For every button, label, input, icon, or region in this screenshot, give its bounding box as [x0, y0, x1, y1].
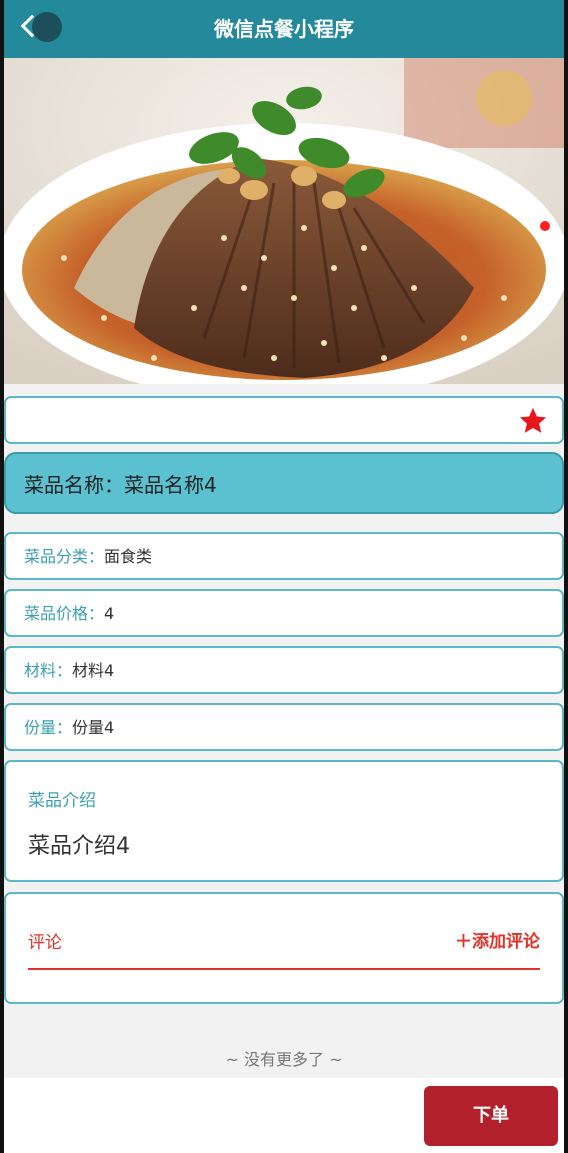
- portion-label: 份量：: [24, 718, 73, 737]
- add-comment-button[interactable]: ＋添加评论: [455, 927, 540, 952]
- comments-divider: [28, 968, 540, 970]
- price-value: 4: [104, 604, 115, 623]
- dish-intro-card: 菜品介绍 菜品介绍4: [4, 760, 564, 882]
- dish-name-value: 菜品名称4: [124, 473, 217, 497]
- dish-portion-row: 份量：份量4: [4, 703, 564, 751]
- dish-price: 菜品价格：4: [24, 591, 114, 637]
- dish-name-label: 菜品名称：: [24, 473, 124, 497]
- comments-label: 评论: [28, 933, 62, 953]
- category-label: 菜品分类：: [24, 547, 105, 566]
- comments-card: 评论 ＋添加评论: [4, 892, 564, 1004]
- dish-name-card: 菜品名称：菜品名称4: [4, 452, 564, 514]
- dish-category-row: 菜品分类：面食类: [4, 532, 564, 580]
- category-value: 面食类: [104, 547, 153, 566]
- top-nav-bar: 微信点餐小程序: [4, 0, 564, 58]
- dish-portion: 份量：份量4: [24, 705, 114, 751]
- portion-value: 份量4: [72, 718, 115, 737]
- order-button[interactable]: 下单: [424, 1086, 558, 1146]
- price-label: 菜品价格：: [24, 604, 105, 623]
- material-value: 材料4: [72, 661, 115, 680]
- dish-photo: [4, 58, 564, 384]
- dish-image: [4, 58, 564, 384]
- bottom-action-bar: 下单: [4, 1078, 564, 1153]
- page-title: 微信点餐小程序: [214, 17, 354, 41]
- dish-name: 菜品名称：菜品名称4: [24, 454, 217, 516]
- material-label: 材料：: [24, 661, 73, 680]
- carousel-indicator-dot[interactable]: [540, 221, 550, 231]
- dish-price-row: 菜品价格：4: [4, 589, 564, 637]
- dish-material-row: 材料：材料4: [4, 646, 564, 694]
- no-more-text: ~ 没有更多了 ~: [225, 1050, 343, 1069]
- favorite-card: [4, 396, 564, 444]
- app-frame: 微信点餐小程序 菜品名称：菜品名称4 菜品分类：面食类 菜品价格：4 材料：材料…: [0, 0, 568, 1153]
- dish-material: 材料：材料4: [24, 648, 114, 694]
- dish-category: 菜品分类：面食类: [24, 534, 152, 580]
- intro-text: 菜品介绍4: [28, 834, 130, 859]
- star-icon[interactable]: [518, 406, 548, 436]
- intro-label: 菜品介绍: [28, 791, 96, 811]
